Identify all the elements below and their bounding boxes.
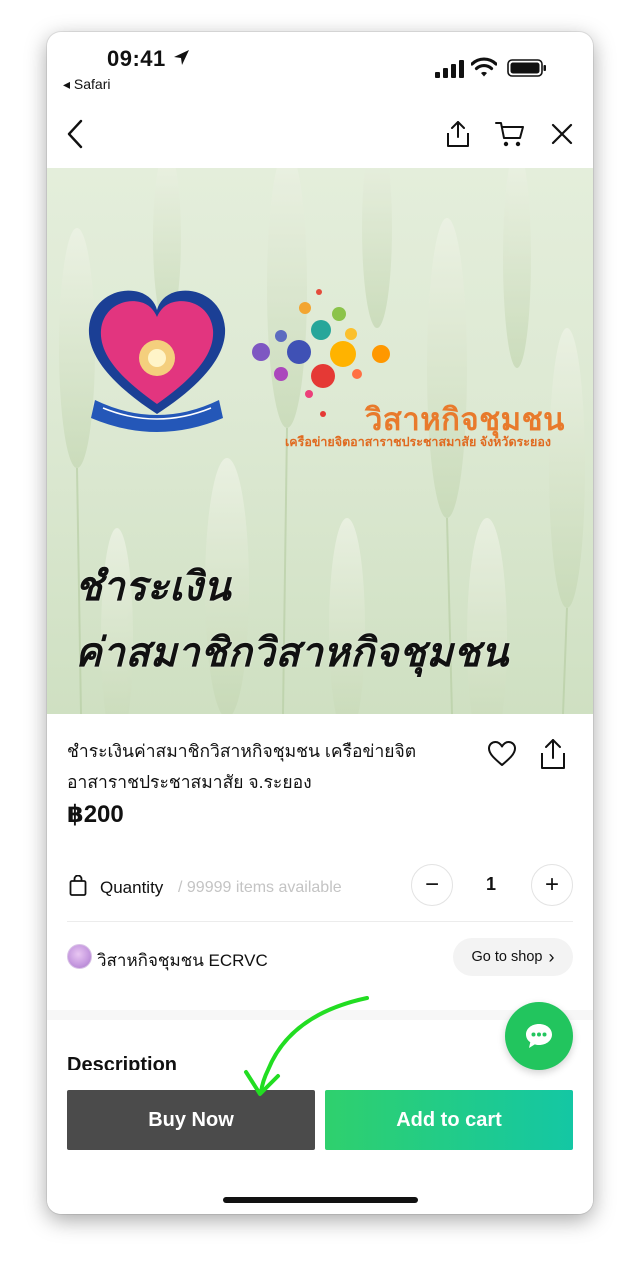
banner-headline-1: ชำระเงิน [75,565,232,609]
status-time: 09:41 [107,46,166,71]
product-price: ฿200 [67,801,124,828]
go-to-shop-button[interactable]: Go to shop › [453,938,573,976]
go-to-shop-label: Go to shop [471,949,543,965]
product-title: ชำระเงินค่าสมาชิกวิสาหกิจชุมชน เครือข่าย… [67,741,417,792]
location-arrow-icon [174,50,189,65]
back-chevron-icon[interactable] [63,118,87,150]
quantity-decrease-button[interactable]: − [411,864,453,906]
back-to-safari-link[interactable]: ◂ Safari [63,76,111,93]
heart-icon[interactable] [487,739,517,769]
share-icon[interactable] [445,120,471,148]
chat-button[interactable] [505,1002,573,1070]
cellular-signal-icon [435,60,464,78]
battery-icon [507,59,546,77]
home-indicator [223,1197,418,1203]
chevron-right-icon: › [548,946,555,967]
items-available-text: / 99999 items available [178,879,342,896]
shop-name: วิสาหกิจชุมชน ECRVC [97,951,268,970]
phone-frame: 09:41 ◂ Safari วิสาหกิจชุมชน เครือข่ายจิ… [47,32,593,1214]
share-icon[interactable] [539,738,567,770]
wifi-icon [471,57,497,77]
chat-bubble-icon [526,1024,552,1048]
heart-emblem-logo [88,290,226,432]
add-to-cart-button[interactable]: Add to cart [325,1090,573,1150]
product-banner-image: วิสาหกิจชุมชน เครือข่ายจิตอาสาราชประชาสม… [47,168,593,714]
buy-now-button[interactable]: Buy Now [67,1090,315,1150]
shop-avatar [67,944,92,969]
divider [67,921,573,922]
close-icon[interactable] [550,122,574,146]
quantity-label: Quantity [100,878,164,897]
banner-headline-2: ค่าสมาชิกวิสาหกิจชุมชน [75,631,509,675]
quantity-value: 1 [485,874,496,894]
org-subtitle-text: เครือข่ายจิตอาสาราชประชาสมาสัย จังหวัดระ… [285,435,551,449]
shopping-bag-icon [69,875,87,896]
quantity-increase-button[interactable]: + [531,864,573,906]
cart-icon[interactable] [495,120,525,148]
